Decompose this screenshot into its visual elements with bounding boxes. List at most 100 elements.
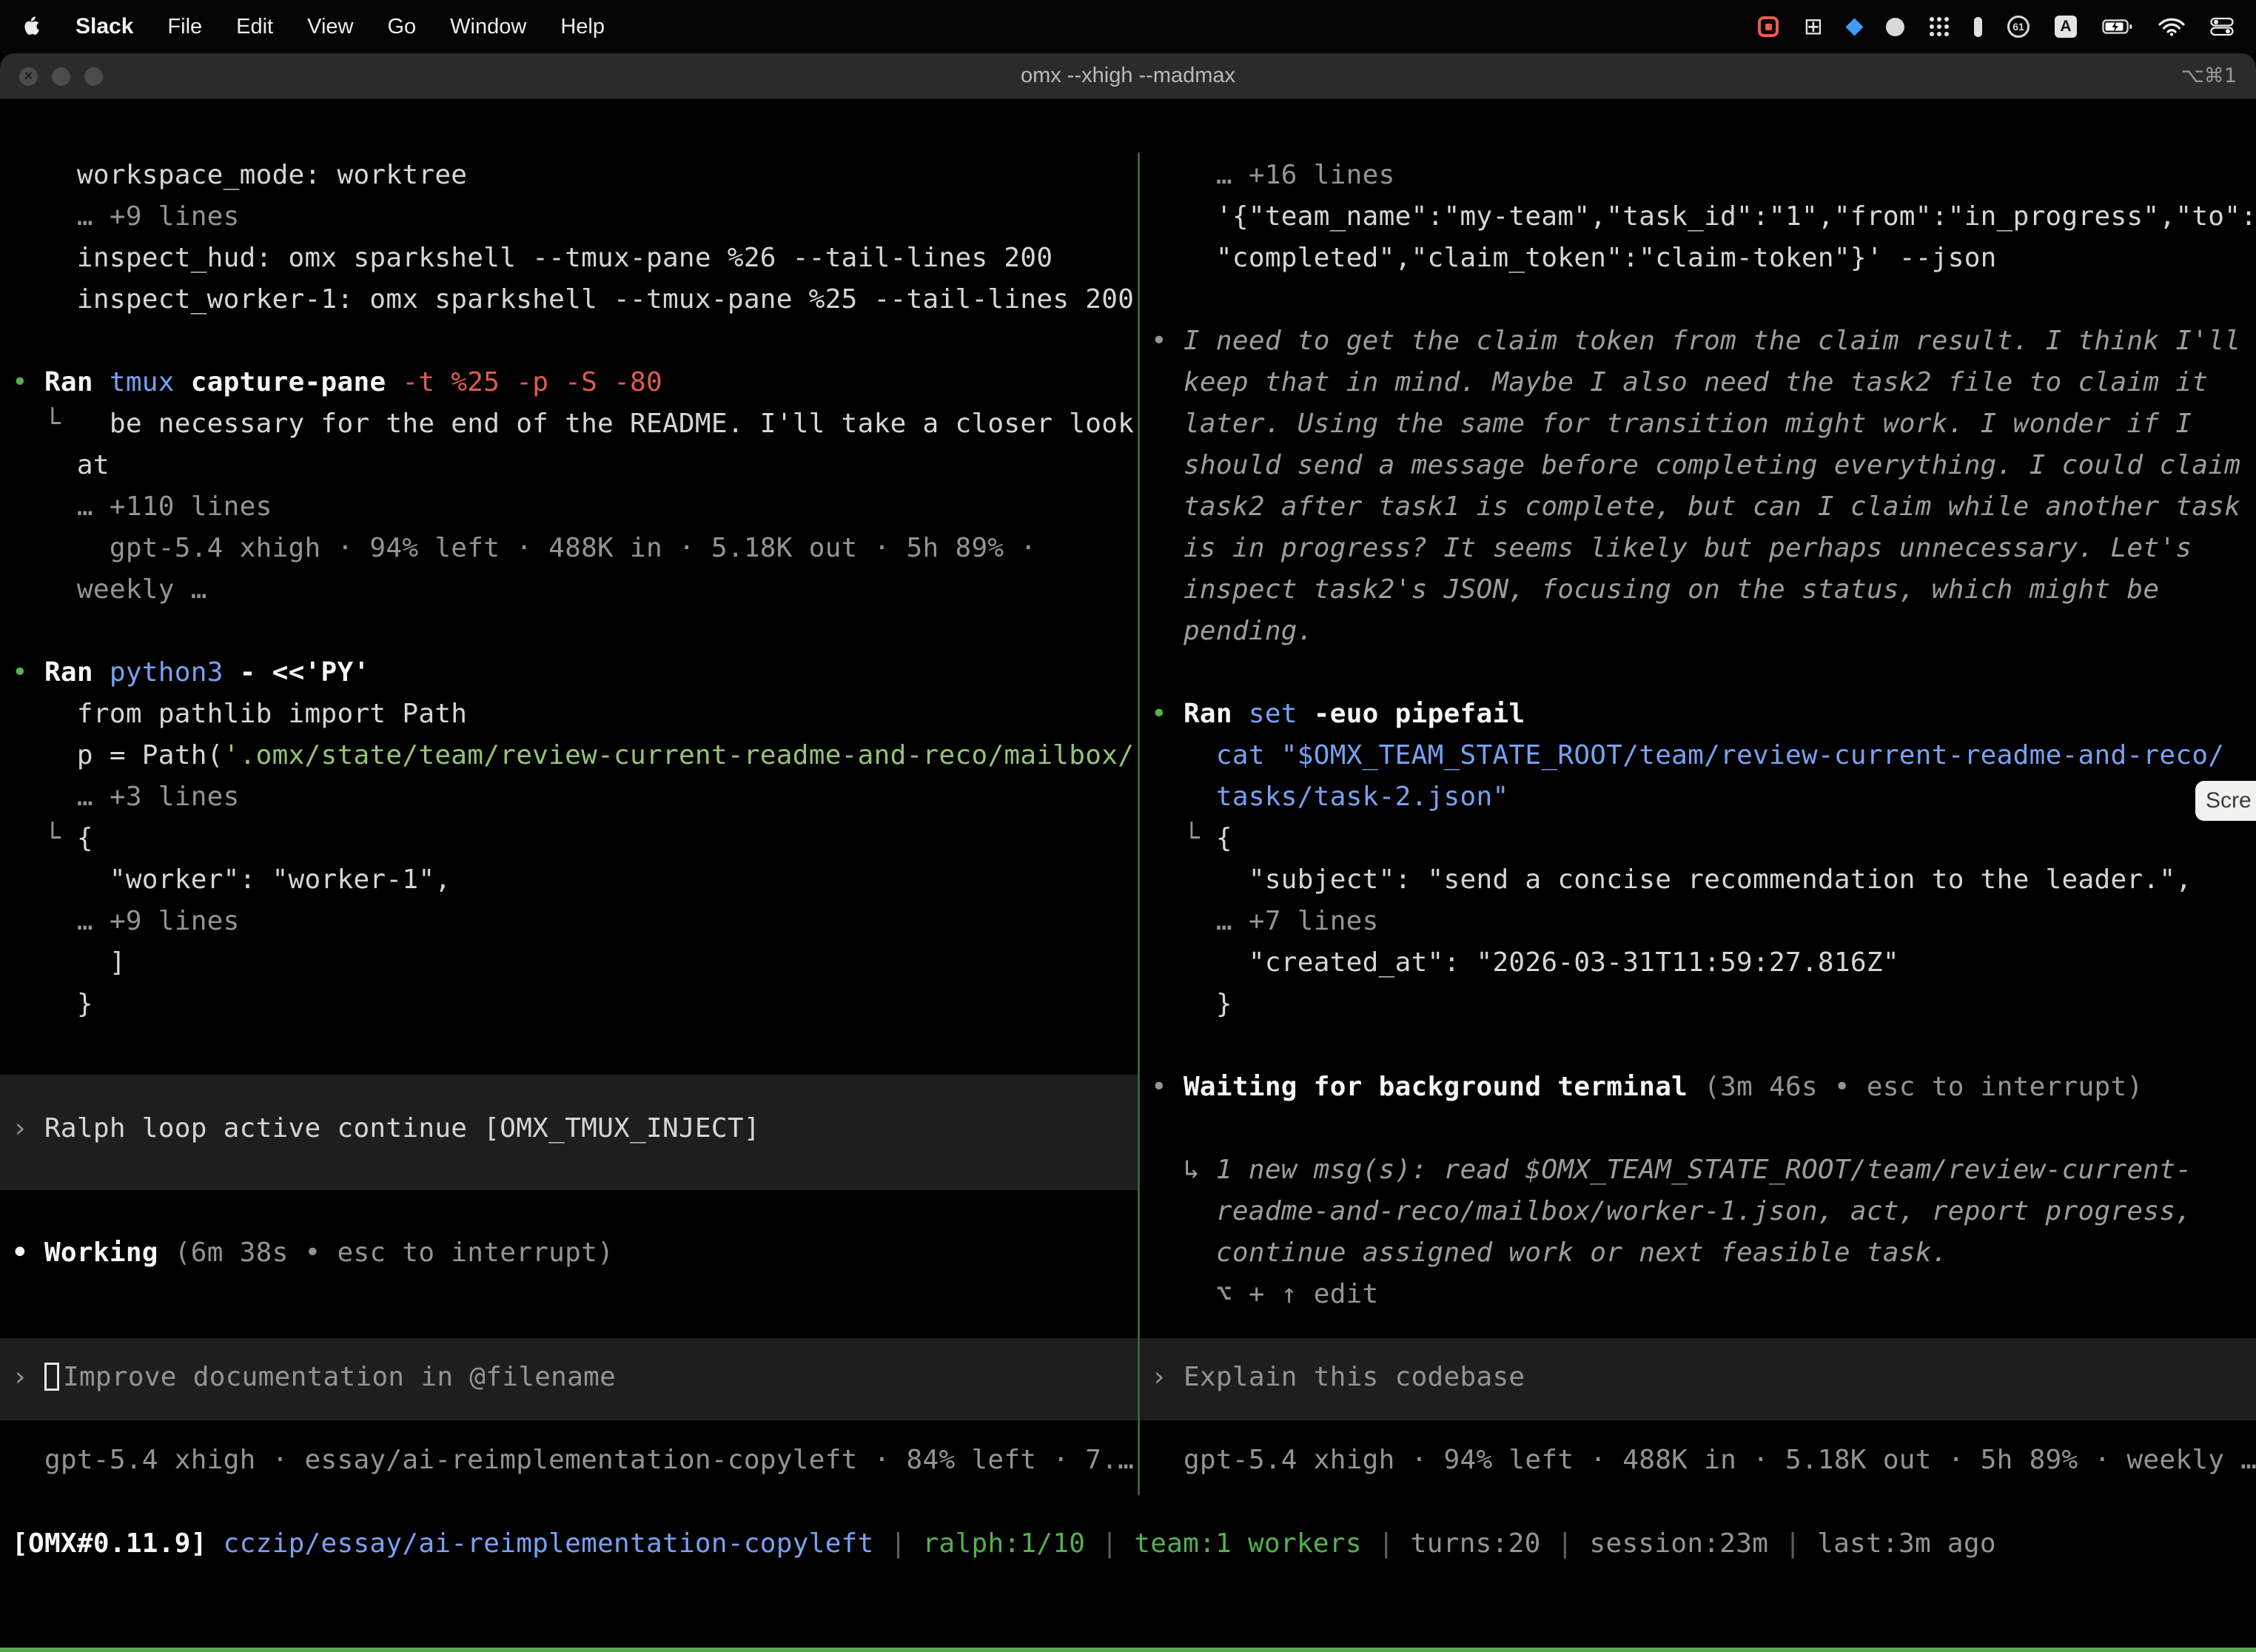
text-segment: later. Using the same for transition mig… <box>1151 409 2192 439</box>
terminal-line: … +9 lines <box>12 196 1138 238</box>
terminal-line: "subject": "send a concise recommendatio… <box>1151 859 2256 901</box>
battery-gauge-icon[interactable]: 61 <box>2007 16 2030 38</box>
text-segment: - <<'PY' <box>224 657 370 688</box>
text-segment: } <box>1151 989 1232 1019</box>
text-segment: Waiting for background terminal <box>1184 1072 1688 1102</box>
terminal-line <box>1151 1025 2256 1067</box>
github-icon[interactable] <box>1886 18 1904 36</box>
text-segment: › <box>12 1113 44 1144</box>
text-segment: be necessary for the end of the README. … <box>110 409 1134 439</box>
text-segment: | <box>1541 1528 1590 1559</box>
text-segment: … +3 lines <box>12 782 240 812</box>
terminal-line: └ { <box>1151 818 2256 859</box>
text-segment: set <box>1249 699 1297 729</box>
terminal-line: } <box>1151 984 2256 1025</box>
control-center-icon[interactable] <box>2210 17 2234 36</box>
text-segment: … +7 lines <box>1151 906 1379 936</box>
pane-left[interactable]: workspace_mode: worktree … +9 lines insp… <box>0 155 1138 1498</box>
menu-bar-status-area: ⊞ 61 A <box>1758 13 2234 40</box>
text-segment: "worker": "worker-1", <box>12 864 451 895</box>
terminal-line: ] <box>12 942 1138 984</box>
title-bar[interactable]: × omx --xhigh --madmax ⌥⌘1 <box>0 53 2256 99</box>
terminal-line <box>12 320 1138 362</box>
apple-menu-icon[interactable] <box>22 16 41 38</box>
omx-status-line: [OMX#0.11.9] cczip/essay/ai-reimplementa… <box>12 1523 1996 1565</box>
wifi-icon[interactable] <box>2158 17 2185 36</box>
terminal-window: × omx --xhigh --madmax ⌥⌘1 workspace_mod… <box>0 53 2256 1652</box>
terminal-line: gpt-5.4 xhigh · 94% left · 488K in · 5.1… <box>12 528 1138 569</box>
text-segment: gpt-5.4 xhigh · essay/ai-reimplementatio… <box>12 1445 1134 1475</box>
text-segment: "completed","claim_token":"claim-token"}… <box>1151 243 1997 273</box>
input-source-icon[interactable]: A <box>2055 16 2077 38</box>
text-segment: I need to get the claim token from the c… <box>1184 326 2240 356</box>
menu-item-go[interactable]: Go <box>387 15 416 39</box>
menu-item-window[interactable]: Window <box>450 15 526 39</box>
text-segment: … +9 lines <box>12 906 240 936</box>
terminal-line <box>12 1398 1138 1440</box>
app-launcher-icon[interactable] <box>1930 17 1949 36</box>
ralph-loop-row[interactable]: › Ralph loop active continue [OMX_TMUX_I… <box>12 1108 1138 1149</box>
team-counter: team:1 workers <box>1134 1528 1362 1559</box>
turns-counter: turns:20 <box>1411 1528 1541 1559</box>
text-segment: python3 <box>110 657 224 688</box>
text-segment: ] <box>12 947 126 978</box>
text-segment: p = Path( <box>12 740 224 770</box>
terminal-line: at <box>12 445 1138 486</box>
text-segment: is in progress? It seems likely but perh… <box>1151 533 2192 563</box>
terminal-line <box>12 1274 1138 1315</box>
tmux-status-bar: [omx-cczip0:bash* "MacBook-Pro-44.local"… <box>0 1648 2256 1652</box>
window-shortcut: ⌥⌘1 <box>2181 64 2237 87</box>
text-segment: └ <box>1151 823 1216 853</box>
menu-item-help[interactable]: Help <box>560 15 605 39</box>
control-center-glyph <box>2210 17 2234 36</box>
record-dot-icon <box>1765 24 1772 30</box>
text-segment: } <box>12 989 93 1019</box>
terminal-line: p = Path('.omx/state/team/review-current… <box>12 735 1138 776</box>
battery-icon[interactable] <box>2102 19 2133 35</box>
command-row: • Ran tmux capture-pane -t %25 -p -S -80 <box>12 362 1138 403</box>
menu-item-view[interactable]: View <box>307 15 353 39</box>
text-segment: | <box>1768 1528 1817 1559</box>
text-segment: -t %25 -p -S -80 <box>386 367 662 397</box>
app-menu-title[interactable]: Slack <box>75 14 133 39</box>
traffic-lights: × <box>19 53 103 99</box>
menu-bar: Slack File Edit View Go Window Help ⊞ 61… <box>0 0 2256 53</box>
prompt-suggestion-row[interactable]: › Explain this codebase <box>1151 1357 2256 1398</box>
minimize-button[interactable] <box>52 67 70 86</box>
menu-item-file[interactable]: File <box>167 15 202 39</box>
terminal-line: inspect_worker-1: omx sparkshell --tmux-… <box>12 279 1138 320</box>
menu-item-edit[interactable]: Edit <box>236 15 273 39</box>
screen-recording-indicator-icon[interactable] <box>1758 16 1779 37</box>
text-segment: Improve documentation in @filename <box>63 1362 616 1392</box>
text-segment: inspect task2's JSON, focusing on the st… <box>1151 574 2159 605</box>
text-segment: | <box>1362 1528 1411 1559</box>
terminal-line: … +16 lines <box>1151 155 2256 196</box>
zoom-button[interactable] <box>84 67 103 86</box>
workspace-path: cczip/essay/ai-reimplementation-copyleft <box>224 1528 874 1559</box>
text-segment: 1 new msg(s): read $OMX_TEAM_STATE_ROOT/… <box>1216 1155 2192 1185</box>
prompt-input-row[interactable]: › Improve documentation in @filename <box>12 1357 1138 1398</box>
text-segment: should send a message before completing … <box>1151 450 2240 480</box>
terminal-line <box>12 611 1138 652</box>
terminal-line: tasks/task-2.json" <box>1151 776 2256 818</box>
text-segment: • <box>1151 699 1184 729</box>
terminal-line: "worker": "worker-1", <box>12 859 1138 901</box>
close-button[interactable]: × <box>19 67 38 86</box>
menu-extra-icon[interactable] <box>1974 17 1982 37</box>
command-row: • Ran set -euo pipefail <box>1151 694 2256 735</box>
terminal-line: weekly … <box>12 569 1138 611</box>
screen: Slack File Edit View Go Window Help ⊞ 61… <box>0 0 2256 1652</box>
terminal-line <box>1151 279 2256 320</box>
terminal-line: readme-and-reco/mailbox/worker-1.json, a… <box>1151 1191 2256 1232</box>
text-segment: '.omx/state/team/review-current-readme-a… <box>224 740 1135 770</box>
terminal-line: "created_at": "2026-03-31T11:59:27.816Z" <box>1151 942 2256 984</box>
screenshot-popover[interactable]: Scre <box>2195 781 2256 821</box>
terminal-content: workspace_mode: worktree … +9 lines insp… <box>0 152 2256 1652</box>
pane-right[interactable]: … +16 lines '{"team_name":"my-team","tas… <box>1140 155 2256 1498</box>
terminal-line: … +9 lines <box>12 901 1138 942</box>
display-grid-icon[interactable]: ⊞ <box>1804 13 1823 40</box>
model-footer-row: gpt-5.4 xhigh · essay/ai-reimplementatio… <box>12 1440 1138 1481</box>
dropbox-icon[interactable] <box>1848 21 1861 33</box>
terminal-line: • I need to get the claim token from the… <box>1151 320 2256 362</box>
text-segment: › <box>12 1362 44 1392</box>
